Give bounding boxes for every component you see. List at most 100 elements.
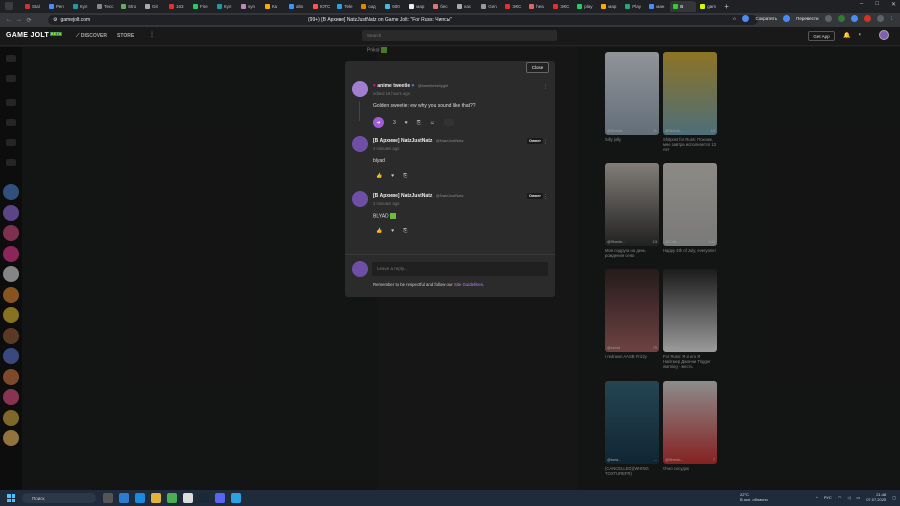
wifi-icon[interactable]: ◠ <box>838 495 842 500</box>
browser-tab[interactable]: alto <box>286 1 309 12</box>
browser-tab[interactable]: мар <box>598 1 621 12</box>
nav-discover[interactable]: ⟋ DISCOVER <box>76 33 107 39</box>
comment-menu-icon[interactable]: ⋮ <box>543 139 548 145</box>
extension-icon[interactable] <box>850 15 858 22</box>
comment-menu-icon[interactable]: ⋮ <box>543 194 548 200</box>
browser-tab[interactable]: кас <box>454 1 477 12</box>
browser-tab[interactable]: ЭКС <box>502 1 525 12</box>
heart-icon[interactable]: ♥ <box>405 120 408 126</box>
browser-tab[interactable]: gam <box>697 1 720 12</box>
more-menu-icon[interactable]: ⋮ <box>149 31 155 38</box>
browser-menu-icon[interactable]: ⋮ <box>890 16 895 22</box>
thumbs-up-icon[interactable]: 👍 <box>376 173 382 179</box>
comment-author[interactable]: ♥ anime tweetie ♥ @tweetiebeliygirl <box>373 83 448 89</box>
browser-tab[interactable]: ЮТС <box>310 1 333 12</box>
gamejolt-logo[interactable]: GAME JOLT BETA <box>6 32 63 39</box>
maximize-icon[interactable]: □ <box>875 1 879 8</box>
discord-icon[interactable] <box>215 493 225 503</box>
taskbar-search[interactable]: Поиск <box>22 493 96 503</box>
share-icon[interactable]: ⎘ <box>417 120 421 126</box>
nav-store[interactable]: STORE <box>117 33 134 39</box>
browser-tab[interactable]: Ка <box>262 1 285 12</box>
browser-tab[interactable]: Кул <box>214 1 237 12</box>
avatar[interactable] <box>352 191 368 207</box>
browser-tab[interactable]: Stal <box>22 1 45 12</box>
notifications-icon[interactable]: 🔔 <box>843 32 850 39</box>
get-app-button[interactable]: Get App <box>808 31 835 41</box>
browser-tab[interactable]: сид <box>358 1 381 12</box>
translate-button[interactable]: Перевести <box>796 16 818 21</box>
browser-tab[interactable]: Gen <box>478 1 501 12</box>
comment-author[interactable]: [В Архиве] NatzJustNatz @NatzJustNatz <box>373 193 464 199</box>
sticker-icon[interactable]: ☺ <box>430 120 435 126</box>
language-indicator[interactable]: РУС <box>824 495 832 500</box>
heart-icon[interactable]: ♥ <box>391 173 394 179</box>
site-info-icon[interactable]: ⚙ <box>53 17 57 23</box>
store-icon[interactable] <box>119 493 129 503</box>
browser-tab[interactable]: ман <box>646 1 669 12</box>
browser-tab[interactable]: Git <box>142 1 165 12</box>
chevron-up-icon[interactable]: ^ <box>816 495 818 500</box>
browser-tab[interactable]: 163 <box>166 1 189 12</box>
extension-icon[interactable] <box>824 15 832 22</box>
reply-input[interactable]: Leave a reply... <box>372 262 548 276</box>
browser-tab[interactable]: бес <box>430 1 453 12</box>
shorten-button[interactable]: Сократить <box>755 16 777 21</box>
reaction-avatars[interactable] <box>443 119 454 126</box>
extension-icon[interactable] <box>863 15 871 22</box>
tab-favicon-icon <box>625 4 631 9</box>
browser-tab[interactable]: Fire <box>190 1 213 12</box>
browser-tab[interactable]: play <box>574 1 597 12</box>
new-tab-icon[interactable]: + <box>724 2 729 11</box>
browser-tab[interactable]: Play <box>622 1 645 12</box>
browser-tab[interactable]: syn <box>238 1 261 12</box>
chrome-icon[interactable] <box>183 493 193 503</box>
close-window-icon[interactable]: ✕ <box>891 1 896 8</box>
share-icon[interactable]: ⎘ <box>403 173 407 179</box>
site-search-input[interactable]: Search <box>362 30 557 41</box>
comment-author[interactable]: [В Архиве] NatzJustNatz @NatzJustNatz <box>373 138 464 144</box>
like-icon[interactable]: ➜ <box>373 117 384 128</box>
thumbs-up-icon[interactable]: 👍 <box>376 228 382 234</box>
browser-tab[interactable]: В <box>670 1 697 12</box>
avatar[interactable] <box>352 81 368 97</box>
edge-icon[interactable] <box>135 493 145 503</box>
weather-widget[interactable]: 22°C В осн. облачно <box>740 492 768 502</box>
share-icon[interactable]: ⎘ <box>403 228 407 234</box>
volume-icon[interactable]: ◁ <box>847 495 850 500</box>
browser-tab[interactable]: 600 <box>382 1 405 12</box>
reload-icon[interactable]: ⟳ <box>24 17 34 24</box>
close-button[interactable]: Close <box>526 62 549 73</box>
steam-icon[interactable] <box>199 493 209 503</box>
user-avatar[interactable] <box>879 30 889 40</box>
browser-tab[interactable]: Stro <box>118 1 141 12</box>
battery-icon[interactable]: ▭ <box>856 495 860 500</box>
comment-menu-icon[interactable]: ⋮ <box>543 84 548 90</box>
minimize-icon[interactable]: – <box>860 1 863 8</box>
guidelines-link[interactable]: Site Guidelines <box>454 282 483 287</box>
url-field[interactable]: ⚙ gamejolt.com (99+) [В Архиве] NatzJust… <box>48 15 758 25</box>
browser-tab[interactable]: мар <box>406 1 429 12</box>
activity-icon[interactable]: ◐ <box>858 32 862 39</box>
browser-tab[interactable]: Реп <box>46 1 69 12</box>
back-icon[interactable]: ← <box>4 17 14 23</box>
notifications-icon[interactable]: ▢ <box>892 495 896 500</box>
tab-menu-icon[interactable] <box>5 2 13 10</box>
windows-start-icon[interactable] <box>7 494 15 502</box>
explorer-icon[interactable] <box>151 493 161 503</box>
extension-icon[interactable] <box>837 15 845 22</box>
clock[interactable]: 21:48 07.07.2025 <box>866 492 886 502</box>
telegram-icon[interactable] <box>231 493 241 503</box>
browser-tab[interactable]: hea <box>526 1 549 12</box>
task-view-icon[interactable] <box>103 493 113 503</box>
heart-icon[interactable]: ♥ <box>391 228 394 234</box>
browser-tab[interactable]: Кул <box>70 1 93 12</box>
forward-icon[interactable]: → <box>14 17 24 23</box>
app-icon[interactable] <box>167 493 177 503</box>
browser-tab[interactable]: Тесс <box>94 1 117 12</box>
avatar[interactable] <box>352 136 368 152</box>
bookmark-icon[interactable]: ☆ <box>732 16 736 22</box>
browser-tab[interactable]: ЭКС <box>550 1 573 12</box>
browser-tab[interactable]: Tele <box>334 1 357 12</box>
profile-icon[interactable] <box>876 15 884 22</box>
